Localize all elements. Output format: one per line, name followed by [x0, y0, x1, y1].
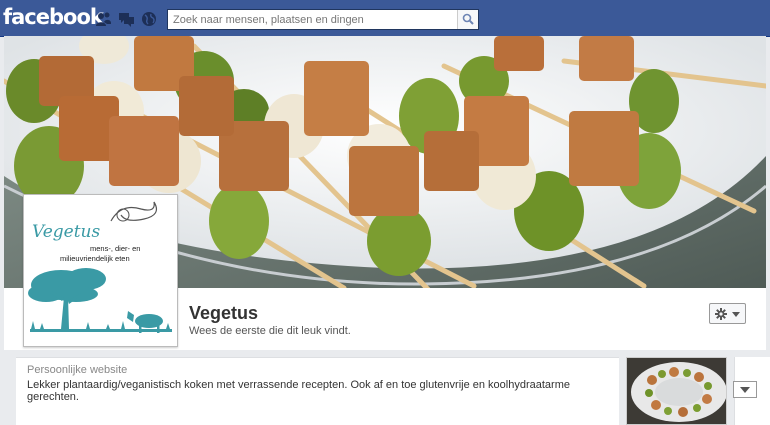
about-text: Lekker plantaardig/veganistisch koken me… [27, 379, 570, 403]
logo-tagline-line1: mens-, dier- en [90, 244, 140, 253]
friend-requests-icon[interactable] [95, 11, 111, 27]
logo-brand-text: Vegetus [32, 222, 101, 242]
about-box: Persoonlijke website Lekker plantaardig/… [16, 357, 619, 425]
search-button[interactable] [457, 10, 478, 29]
more-options-button[interactable] [733, 381, 757, 398]
facebook-logo[interactable]: facebook [3, 5, 104, 29]
search-icon [462, 13, 474, 25]
search-input[interactable] [168, 10, 458, 29]
chevron-down-icon [732, 312, 740, 317]
photo-thumbnail[interactable] [626, 357, 727, 425]
profile-picture[interactable]: Vegetus mens-, dier- en milieuvriendelij… [23, 194, 178, 347]
likes-count-text: Wees de eerste die dit leuk vindt. [189, 325, 351, 337]
messages-icon[interactable] [118, 11, 134, 27]
search-box [167, 9, 479, 30]
chevron-down-icon [740, 387, 750, 393]
notifications-globe-icon[interactable] [141, 11, 157, 27]
about-label: Persoonlijke website [27, 364, 128, 376]
logo-tagline-line2: milieuvriendelijk eten [60, 254, 130, 263]
top-navigation-bar: facebook [0, 0, 770, 37]
page-title[interactable]: Vegetus [189, 303, 258, 324]
gear-icon [715, 308, 727, 320]
page-settings-button[interactable] [709, 303, 746, 324]
